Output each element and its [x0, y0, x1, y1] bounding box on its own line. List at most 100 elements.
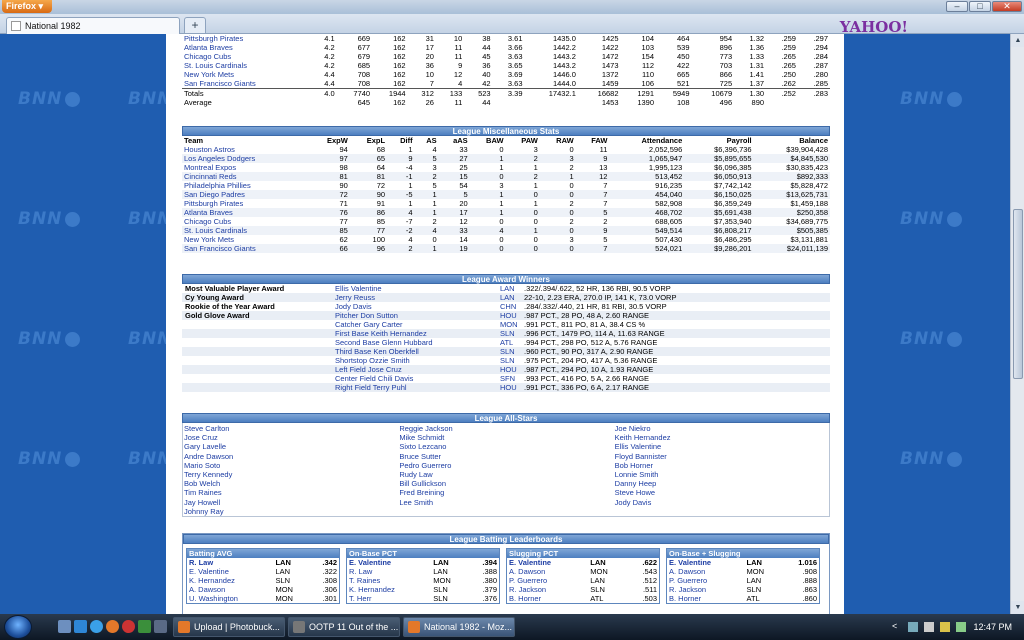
winner-link[interactable]: First Base Keith Hernandez	[332, 329, 497, 338]
taskbar-button-national-1982[interactable]: National 1982 - Moz...	[403, 617, 515, 637]
all-star-link[interactable]: Fred Breining	[399, 488, 613, 497]
winner-link[interactable]: Second Base Glenn Hubbard	[332, 338, 497, 347]
player-link[interactable]: R. Law	[187, 558, 273, 567]
all-star-link[interactable]: Tim Raines	[184, 488, 398, 497]
all-star-link[interactable]: Floyd Bannister	[615, 452, 829, 461]
all-star-link[interactable]: Bob Horner	[615, 461, 829, 470]
player-link[interactable]: K. Hernandez	[187, 576, 273, 585]
winner-link[interactable]: Third Base Ken Oberkfell	[332, 347, 497, 356]
team-link[interactable]: San Diego Padres	[182, 190, 309, 199]
all-star-link[interactable]: Mike Schmidt	[399, 433, 613, 442]
player-link[interactable]: A. Dawson	[667, 567, 745, 576]
show-desktop-icon[interactable]	[58, 620, 71, 633]
team-link[interactable]: Pittsburgh Pirates	[182, 199, 308, 208]
close-button[interactable]: ✕	[992, 1, 1022, 12]
team-abbrev[interactable]: LAN	[497, 293, 521, 302]
team-link[interactable]: Chicago Cubs	[182, 217, 308, 226]
player-link[interactable]: B. Horner	[507, 594, 588, 603]
team-link[interactable]: Chicago Cubs	[182, 52, 312, 61]
all-star-link[interactable]: Steve Howe	[615, 488, 829, 497]
all-star-link[interactable]: Danny Heep	[615, 479, 829, 488]
all-star-link[interactable]: Mario Soto	[184, 461, 398, 470]
clock[interactable]: 12:47 PM	[973, 622, 1012, 632]
team-abbrev[interactable]: LAN	[497, 284, 521, 293]
all-star-link[interactable]: Gary Lavelle	[184, 442, 398, 451]
all-star-link[interactable]: Lonnie Smith	[615, 470, 829, 479]
team-link[interactable]: Atlanta Braves	[182, 208, 309, 217]
team-link[interactable]: San Francisco Giants	[182, 79, 312, 89]
player-link[interactable]: E. Valentine	[507, 558, 588, 567]
all-star-link[interactable]: Bob Welch	[184, 479, 398, 488]
tray-app-icon[interactable]	[956, 622, 966, 632]
winner-link[interactable]: Catcher Gary Carter	[332, 320, 497, 329]
team-abbrev[interactable]: SLN	[497, 329, 521, 338]
team-link[interactable]: New York Mets	[182, 235, 308, 244]
all-star-link[interactable]: Ellis Valentine	[615, 442, 829, 451]
all-star-link[interactable]: Terry Kennedy	[184, 470, 398, 479]
team-link[interactable]: St. Louis Cardinals	[182, 61, 312, 70]
all-star-link[interactable]: Steve Carlton	[184, 424, 398, 433]
all-star-link[interactable]: Jose Cruz	[184, 433, 398, 442]
taskbar-button-photobucket[interactable]: Upload | Photobuck...	[173, 617, 285, 637]
team-abbrev[interactable]: HOU	[497, 383, 521, 392]
app-icon[interactable]	[154, 620, 167, 633]
scroll-up-arrow[interactable]: ▲	[1011, 34, 1024, 47]
minimize-button[interactable]: –	[946, 1, 968, 12]
player-link[interactable]: R. Jackson	[507, 585, 588, 594]
all-star-link[interactable]: Jody Davis	[615, 498, 829, 507]
team-abbrev[interactable]: HOU	[497, 311, 521, 320]
team-abbrev[interactable]: ATL	[497, 338, 521, 347]
team-link[interactable]: Atlanta Braves	[182, 43, 312, 52]
player-link[interactable]: E. Valentine	[187, 567, 273, 576]
maximize-button[interactable]: □	[969, 1, 991, 12]
team-link[interactable]: Philadelphia Phillies	[182, 181, 308, 190]
all-star-link[interactable]: Reggie Jackson	[399, 424, 613, 433]
network-icon[interactable]	[908, 622, 918, 632]
all-star-link[interactable]: Bruce Sutter	[399, 452, 613, 461]
player-link[interactable]: T. Raines	[347, 576, 431, 585]
player-link[interactable]: P. Guerrero	[667, 576, 745, 585]
team-link[interactable]: St. Louis Cardinals	[182, 226, 309, 235]
winner-link[interactable]: Jerry Reuss	[332, 293, 497, 302]
team-link[interactable]: New York Mets	[182, 70, 312, 79]
all-star-link[interactable]: Jay Howell	[184, 498, 398, 507]
player-link[interactable]: A. Dawson	[507, 567, 588, 576]
winner-link[interactable]: Right Field Terry Puhl	[332, 383, 497, 392]
player-link[interactable]: R. Law	[347, 567, 431, 576]
internet-explorer-icon[interactable]	[90, 620, 103, 633]
player-link[interactable]: B. Horner	[667, 594, 745, 603]
team-link[interactable]: Pittsburgh Pirates	[182, 34, 312, 43]
start-button[interactable]	[4, 615, 32, 639]
winner-link[interactable]: Pitcher Don Sutton	[332, 311, 497, 320]
winner-link[interactable]: Ellis Valentine	[332, 284, 497, 293]
winner-link[interactable]: Center Field Chili Davis	[332, 374, 497, 383]
player-link[interactable]: E. Valentine	[667, 558, 745, 567]
all-star-link[interactable]: Bill Gullickson	[399, 479, 613, 488]
team-abbrev[interactable]: SLN	[497, 347, 521, 356]
winner-link[interactable]: Jody Davis	[332, 302, 497, 311]
tray-expand-arrow[interactable]: <	[892, 621, 897, 631]
team-abbrev[interactable]: SLN	[497, 356, 521, 365]
app-icon[interactable]	[138, 620, 151, 633]
team-link[interactable]: Houston Astros	[182, 145, 308, 154]
player-link[interactable]: R. Jackson	[667, 585, 745, 594]
scroll-down-arrow[interactable]: ▼	[1011, 601, 1024, 614]
team-link[interactable]: San Francisco Giants	[182, 244, 309, 253]
new-tab-button[interactable]: +	[184, 17, 206, 34]
player-link[interactable]: U. Washington	[187, 594, 273, 603]
taskbar-button-ootp[interactable]: OOTP 11 Out of the ...	[288, 617, 400, 637]
player-link[interactable]: A. Dawson	[187, 585, 273, 594]
player-link[interactable]: P. Guerrero	[507, 576, 588, 585]
player-link[interactable]: E. Valentine	[347, 558, 431, 567]
tab-national-1982[interactable]: National 1982	[6, 17, 180, 34]
all-star-link[interactable]: Andre Dawson	[184, 452, 398, 461]
all-star-link[interactable]: Joe Niekro	[615, 424, 829, 433]
team-abbrev[interactable]: MON	[497, 320, 521, 329]
scroll-thumb[interactable]	[1013, 209, 1023, 379]
winner-link[interactable]: Left Field Jose Cruz	[332, 365, 497, 374]
team-link[interactable]: Cincinnati Reds	[182, 172, 309, 181]
all-star-link[interactable]: Pedro Guerrero	[399, 461, 613, 470]
player-link[interactable]: T. Herr	[347, 594, 431, 603]
all-star-link[interactable]: Sixto Lezcano	[399, 442, 613, 451]
firefox-menu-button[interactable]: Firefox ▾	[2, 0, 52, 13]
